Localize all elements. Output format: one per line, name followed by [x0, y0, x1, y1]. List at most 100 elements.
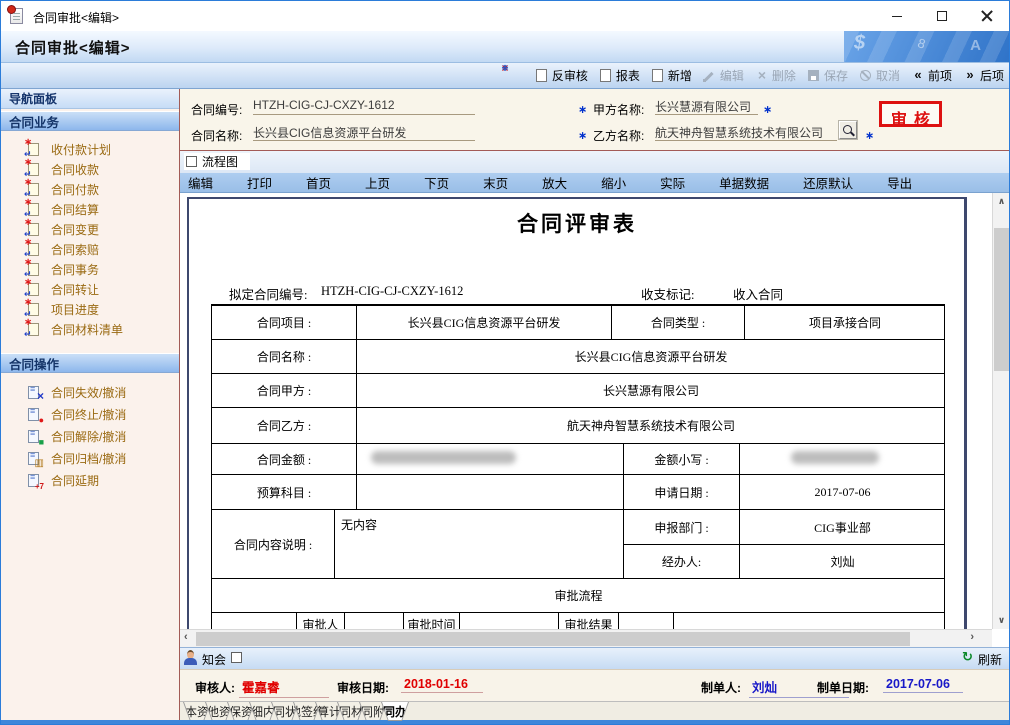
scroll-up-icon[interactable]: ∧	[993, 196, 1010, 207]
sidebar-item-contract-extend[interactable]: 合同延期	[1, 469, 179, 491]
dollar-decoration-icon: $	[854, 32, 865, 55]
vertical-scroll-thumb[interactable]	[994, 228, 1009, 371]
report-edit-button[interactable]: 编辑	[188, 173, 213, 192]
report-export-button[interactable]: 导出	[887, 173, 912, 192]
party-a-label: 甲方名称:	[593, 101, 644, 118]
cell-apply-date-value: 2017-07-06	[739, 474, 945, 509]
refresh-icon: ↻	[962, 649, 973, 665]
flowchart-option: 流程图	[184, 153, 250, 170]
report-last-page-button[interactable]: 末页	[483, 173, 508, 192]
close-button[interactable]	[964, 1, 1009, 31]
party-b-field[interactable]: 航天神舟智慧系统技术有限公司	[655, 124, 837, 141]
cell-project-label: 合同项目 :	[211, 304, 356, 339]
edit-icon	[703, 69, 717, 83]
sidebar-item-contract-archive[interactable]: 合同归档/撤消	[1, 447, 179, 469]
audit-date-label: 审核日期:	[337, 679, 389, 696]
cell-budget-label: 预算科目 :	[211, 474, 356, 509]
document-icon	[28, 163, 39, 176]
party-b-lookup-button[interactable]	[839, 121, 857, 139]
notify-checkbox[interactable]	[231, 652, 242, 663]
window-controls	[874, 1, 1009, 31]
app-icon	[10, 8, 23, 24]
report-print-button[interactable]: 打印	[247, 173, 272, 192]
horizontal-scroll-thumb[interactable]	[196, 632, 910, 646]
minimize-button[interactable]	[874, 1, 919, 31]
cell-party-a-value: 长兴慧源有限公司	[356, 373, 945, 407]
draft-no-value: HTZH-CIG-CJ-CXZY-1612	[321, 284, 463, 299]
contract-no-label: 合同编号:	[191, 101, 242, 118]
cell-party-b-value: 航天神舟智慧系统技术有限公司	[356, 407, 945, 443]
report-zoom-out-button[interactable]: 缩小	[601, 173, 626, 192]
scroll-down-icon[interactable]: ∨	[993, 615, 1010, 626]
cell-type-label: 合同类型 :	[611, 304, 744, 339]
auditor-value: 霍嘉睿	[239, 677, 329, 698]
cell-name-label: 合同名称 :	[211, 339, 356, 373]
cell-project-value: 长兴县CIG信息资源平台研发	[356, 304, 611, 339]
cell-approval-blank	[344, 612, 403, 629]
vertical-scrollbar[interactable]: ∧ ∨	[992, 193, 1010, 629]
sidebar-item-contract-rescind[interactable]: 合同解除/撤消	[1, 425, 179, 447]
redacted-amount	[791, 451, 879, 464]
cell-dept-value: CIG事业部	[739, 509, 945, 544]
page-title: 合同审批<编辑>	[15, 37, 131, 58]
cell-approval-time-label: 审批时间	[403, 612, 459, 629]
minimize-icon	[892, 16, 902, 17]
contract-archive-icon	[28, 452, 39, 465]
cell-approval-blank	[211, 612, 296, 629]
cell-amount-words-label: 金额小写 :	[623, 443, 739, 474]
notify-bar	[180, 647, 1010, 669]
cell-approval-blank	[459, 612, 558, 629]
cell-budget-value	[356, 474, 623, 509]
refresh-button[interactable]: 刷新	[978, 651, 1002, 668]
scroll-right-icon[interactable]: ›	[970, 631, 974, 643]
delete-icon	[755, 69, 769, 83]
cell-handler-value: 刘灿	[739, 544, 945, 578]
flowchart-row	[180, 151, 1010, 173]
horizontal-scrollbar[interactable]: ‹ ›	[180, 629, 992, 647]
cell-approval-blank	[673, 612, 945, 629]
navigation-sidebar: 导航面板 合同业务 收付款计划 合同收款 合同付款 合同结算 合同变更 合同索赔…	[1, 89, 179, 720]
report-prev-page-button[interactable]: 上页	[365, 173, 390, 192]
document-icon	[28, 263, 39, 276]
creator-label: 制单人:	[701, 679, 741, 696]
party-a-field[interactable]: 长兴慧源有限公司	[655, 98, 758, 115]
sidebar-item-contract-terminate[interactable]: 合同终止/撤消	[1, 403, 179, 425]
bottom-tab-bar: 基本资料 其他资料 质保资料 详细内容 合同状态 其他签约方 结算计划 合同材料…	[180, 701, 1010, 720]
report-first-page-button[interactable]: 首页	[306, 173, 331, 192]
document-icon	[28, 223, 39, 236]
flowchart-checkbox[interactable]	[186, 156, 197, 167]
document-icon	[28, 243, 39, 256]
document-icon	[28, 203, 39, 216]
cell-amount-label: 合同金额 :	[211, 443, 356, 474]
audit-date-value: 2018-01-16	[401, 677, 483, 693]
close-icon	[981, 10, 993, 22]
person-icon	[184, 650, 198, 665]
cell-approver-label: 审批人	[296, 612, 344, 629]
sidebar-section-contract-operations[interactable]: 合同操作	[1, 353, 179, 373]
report-doc-data-button[interactable]: 单据数据	[719, 173, 769, 192]
scroll-left-icon[interactable]: ‹	[184, 631, 188, 643]
document-icon	[28, 143, 39, 156]
required-star-icon	[578, 100, 587, 118]
contract-no-field[interactable]: HTZH-CIG-CJ-CXZY-1612	[253, 98, 475, 115]
report-title: 合同评审表	[187, 208, 967, 238]
maximize-button[interactable]	[919, 1, 964, 31]
report-actual-size-button[interactable]: 实际	[660, 173, 685, 192]
add-button[interactable]: 新增	[651, 67, 692, 84]
maximize-icon	[937, 11, 947, 21]
tab-collaboration[interactable]: 协同办公	[381, 702, 409, 721]
sidebar-item-contract-material-list[interactable]: 合同材料清单	[1, 319, 179, 339]
sidebar-item-contract-invalid[interactable]: 合同失效/撤消	[1, 381, 179, 403]
titlebar: 合同审批<编辑>	[1, 1, 1009, 31]
panel-divider-vertical	[179, 89, 180, 720]
sidebar-section-contract-business[interactable]: 合同业务	[1, 111, 179, 131]
report-next-page-button[interactable]: 下页	[424, 173, 449, 192]
contract-name-field[interactable]: 长兴县CIG信息资源平台研发	[253, 124, 475, 141]
next-icon	[963, 69, 977, 83]
cell-party-a-label: 合同甲方 :	[211, 373, 356, 407]
cell-approval-blank	[618, 612, 673, 629]
notify-label: 知会	[202, 651, 226, 668]
window-title: 合同审批<编辑>	[33, 9, 119, 26]
report-zoom-in-button[interactable]: 放大	[542, 173, 567, 192]
report-restore-default-button[interactable]: 还原默认	[803, 173, 853, 192]
